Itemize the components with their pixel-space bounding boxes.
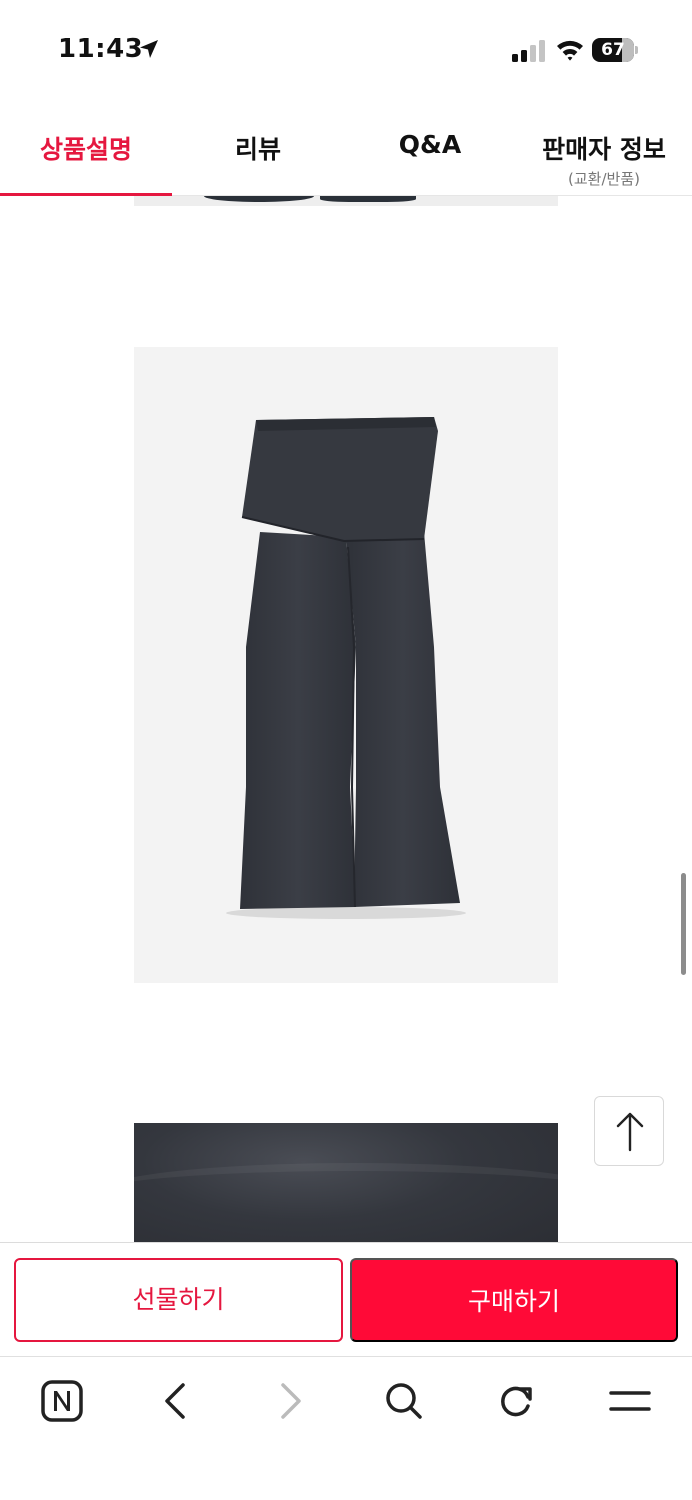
- previous-product-image: [134, 196, 558, 206]
- browser-toolbar: [0, 1356, 692, 1500]
- tab-description[interactable]: 상품설명: [0, 130, 172, 166]
- back-arrow-icon[interactable]: [152, 1377, 200, 1425]
- fabric-closeup-image: [134, 1123, 558, 1242]
- reload-icon[interactable]: [492, 1377, 540, 1425]
- menu-icon[interactable]: [606, 1377, 654, 1425]
- tab-seller-info-sub: (교환/반품): [568, 170, 640, 188]
- product-detail-content: [0, 196, 692, 1242]
- tab-seller-info[interactable]: 판매자 정보 (교환/반품): [516, 130, 692, 189]
- active-tab-indicator: [0, 193, 172, 196]
- naver-home-icon[interactable]: [38, 1377, 86, 1425]
- status-bar: 11:43 67: [0, 0, 692, 100]
- cellular-signal-icon: [512, 40, 545, 62]
- buy-button[interactable]: 구매하기: [350, 1258, 678, 1342]
- product-tabs: 상품설명 리뷰 Q&A 판매자 정보 (교환/반품): [0, 100, 692, 196]
- tab-qa[interactable]: Q&A: [344, 130, 516, 159]
- wifi-icon: [557, 40, 583, 61]
- battery-icon: 67: [592, 38, 638, 62]
- tab-review[interactable]: 리뷰: [172, 130, 344, 166]
- location-arrow-icon: [140, 40, 158, 58]
- scrollbar[interactable]: [681, 873, 686, 975]
- scroll-to-top-button[interactable]: [594, 1096, 664, 1166]
- forward-arrow-icon[interactable]: [266, 1377, 314, 1425]
- pants-illustration: [226, 417, 466, 919]
- status-time: 11:43: [58, 34, 144, 64]
- gift-button[interactable]: 선물하기: [14, 1258, 343, 1342]
- search-icon[interactable]: [380, 1377, 428, 1425]
- purchase-action-bar: 선물하기 구매하기: [0, 1242, 692, 1356]
- battery-level: 67: [601, 40, 625, 60]
- product-image-pants: [134, 347, 558, 983]
- tab-seller-info-label: 판매자 정보: [542, 135, 666, 164]
- arrow-up-icon: [616, 1112, 644, 1152]
